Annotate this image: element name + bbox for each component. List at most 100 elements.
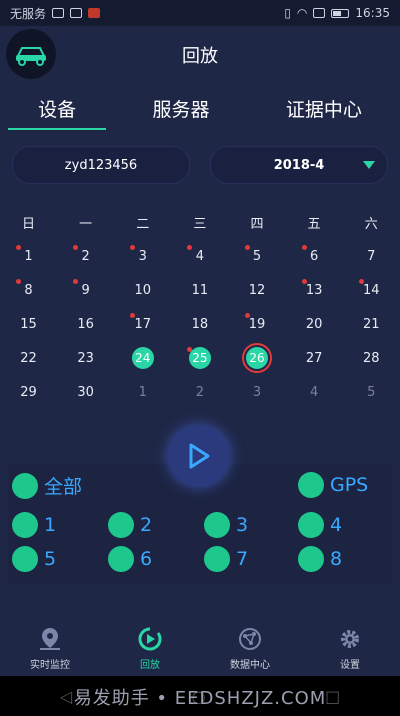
record-marker — [130, 245, 136, 250]
channel-toggle-icon — [108, 512, 134, 538]
day-cell-next-month[interactable]: 3 — [229, 375, 286, 409]
map-pin-icon — [40, 628, 60, 650]
day-number: 4 — [310, 384, 319, 400]
car-logo-icon[interactable] — [6, 29, 56, 79]
channel-5[interactable]: 5 — [12, 546, 56, 572]
day-cell[interactable]: 11 — [171, 273, 228, 307]
day-cell[interactable]: 13 — [286, 273, 343, 307]
day-cell[interactable]: 8 — [0, 273, 57, 307]
nav-data-center[interactable]: 数据中心 — [200, 626, 300, 671]
channel-1[interactable]: 1 — [12, 512, 56, 538]
clock-text: 16:35 — [355, 6, 390, 20]
day-cell[interactable]: 16 — [57, 307, 114, 341]
day-cell[interactable]: 2 — [57, 239, 114, 273]
day-cell[interactable]: 21 — [343, 307, 400, 341]
day-cell[interactable]: 30 — [57, 375, 114, 409]
channel-toggle-icon — [204, 512, 230, 538]
day-cell-selected[interactable]: 26 — [229, 341, 286, 375]
day-cell[interactable]: 9 — [57, 273, 114, 307]
day-cell[interactable]: 5 — [229, 239, 286, 273]
day-cell[interactable]: 15 — [0, 307, 57, 341]
month-selector[interactable]: 2018-4 — [210, 146, 388, 184]
day-cell[interactable]: 19 — [229, 307, 286, 341]
day-number: 20 — [305, 316, 323, 332]
nav-label: 设置 — [340, 660, 360, 671]
day-cell[interactable]: 12 — [229, 273, 286, 307]
selector-row: zyd123456 2018-4 — [12, 146, 388, 184]
day-number: 4 — [195, 248, 205, 264]
day-number: 7 — [367, 248, 376, 264]
day-cell[interactable]: 6 — [286, 239, 343, 273]
tab-device[interactable]: 设备 — [8, 93, 107, 130]
watermark-text: 易发助手 • EEDSHZJZ.COM — [73, 688, 327, 709]
playback-icon — [138, 627, 162, 651]
day-cell[interactable]: 4 — [171, 239, 228, 273]
nav-settings[interactable]: 设置 — [300, 626, 400, 671]
day-number: 30 — [77, 384, 94, 400]
day-cell[interactable]: 29 — [0, 375, 57, 409]
day-cell-next-month[interactable]: 2 — [171, 375, 228, 409]
day-cell-next-month[interactable]: 5 — [343, 375, 400, 409]
channel-3[interactable]: 3 — [204, 512, 248, 538]
week-row-5: 29 30 1 2 3 4 5 — [0, 375, 400, 409]
tab-bar: 设备 服务器 证据中心 — [0, 92, 400, 130]
week-row-3: 15 16 17 18 19 20 21 — [0, 307, 400, 341]
day-cell[interactable]: 27 — [286, 341, 343, 375]
day-cell[interactable]: 22 — [0, 341, 57, 375]
record-marker — [73, 245, 79, 250]
day-cell[interactable]: 7 — [343, 239, 400, 273]
channel-label: 5 — [44, 548, 57, 570]
day-cell[interactable]: 14 — [343, 273, 400, 307]
device-selector[interactable]: zyd123456 — [12, 146, 190, 184]
day-cell[interactable]: 10 — [114, 273, 171, 307]
day-cell[interactable]: 1 — [0, 239, 57, 273]
channel-gps[interactable]: GPS — [298, 472, 368, 498]
day-cell[interactable]: 28 — [343, 341, 400, 375]
record-marker — [244, 245, 250, 250]
day-cell-highlighted[interactable]: 25 — [171, 341, 228, 375]
wifi-icon: ◠ — [296, 6, 308, 20]
channel-toggle-icon — [12, 512, 38, 538]
week-row-1: 1 2 3 4 5 6 7 — [0, 239, 400, 273]
status-left: 无服务 — [10, 5, 101, 22]
gear-icon — [341, 630, 359, 648]
day-cell[interactable]: 17 — [114, 307, 171, 341]
channel-7[interactable]: 7 — [204, 546, 248, 572]
record-marker — [73, 279, 79, 284]
day-number: 13 — [305, 282, 323, 298]
tab-evidence-center[interactable]: 证据中心 — [256, 93, 392, 128]
tab-server[interactable]: 服务器 — [122, 93, 239, 128]
day-cell[interactable]: 3 — [114, 239, 171, 273]
channel-2[interactable]: 2 — [108, 512, 152, 538]
channel-all[interactable]: 全部 — [12, 472, 82, 499]
channel-label: 4 — [330, 514, 343, 536]
channel-4[interactable]: 4 — [298, 512, 342, 538]
nav-realtime-monitor[interactable]: 实时监控 — [0, 626, 100, 671]
week-row-4: 22 23 24 25 26 27 28 — [0, 341, 400, 375]
day-cell[interactable]: 18 — [171, 307, 228, 341]
weekday-header: 日 一 二 三 四 五 六 — [0, 205, 400, 239]
day-cell-highlighted[interactable]: 24 — [114, 341, 171, 375]
weekday-wed: 三 — [193, 216, 207, 232]
day-cell-next-month[interactable]: 1 — [114, 375, 171, 409]
play-button[interactable] — [168, 425, 230, 487]
record-marker — [16, 245, 21, 250]
day-number: 21 — [363, 316, 380, 332]
day-number: 14 — [363, 282, 380, 298]
message-icon — [70, 8, 83, 18]
day-number: 25 — [188, 347, 211, 369]
day-number: 8 — [24, 282, 33, 298]
channel-toggle-icon — [12, 546, 38, 572]
weekday-sat: 六 — [364, 216, 378, 232]
nav-playback[interactable]: 回放 — [100, 626, 200, 671]
channel-6[interactable]: 6 — [108, 546, 152, 572]
battery-icon — [331, 8, 350, 18]
weekday-fri: 五 — [307, 216, 321, 232]
day-number: 16 — [77, 316, 94, 332]
channel-8[interactable]: 8 — [298, 546, 342, 572]
day-cell[interactable]: 23 — [57, 341, 114, 375]
channel-gps-label: GPS — [330, 474, 369, 496]
day-cell[interactable]: 20 — [286, 307, 343, 341]
play-icon — [189, 443, 210, 469]
day-cell-next-month[interactable]: 4 — [286, 375, 343, 409]
